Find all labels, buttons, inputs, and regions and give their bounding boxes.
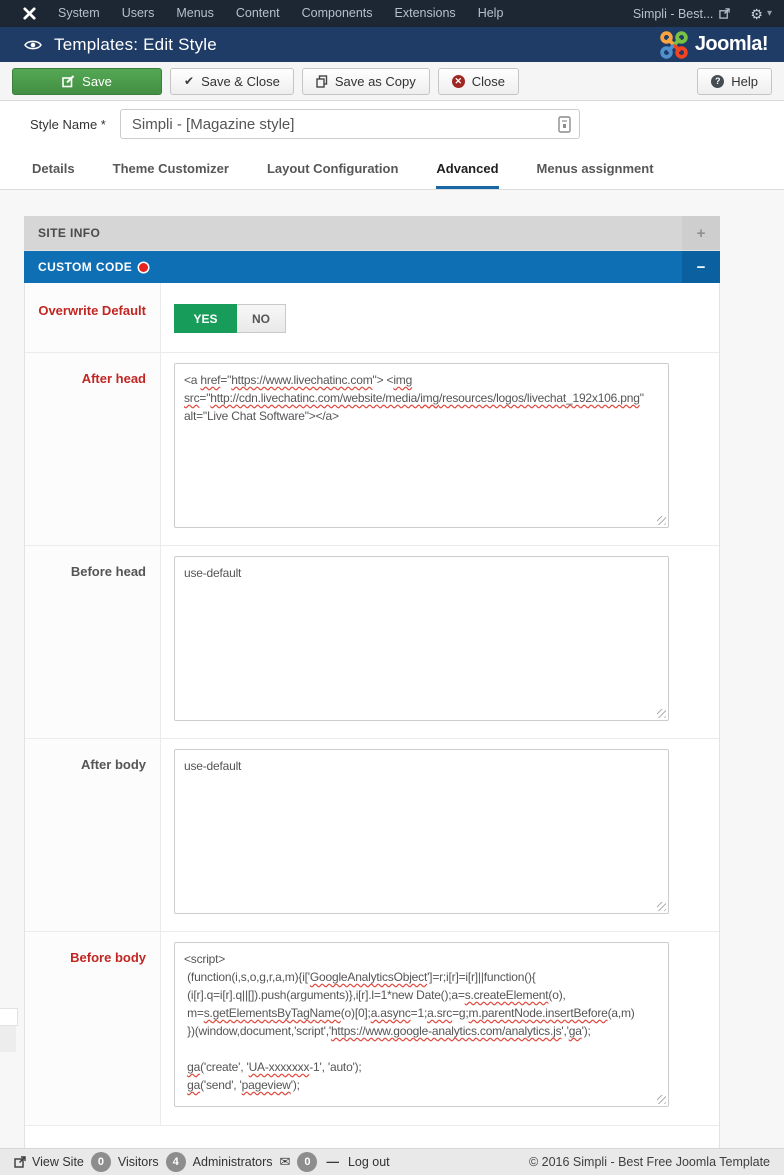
accordion-site-info[interactable]: SITE INFO +	[24, 216, 720, 251]
menu-extensions[interactable]: Extensions	[384, 0, 467, 27]
menu-content[interactable]: Content	[225, 0, 291, 27]
close-button[interactable]: ✕ Close	[438, 68, 519, 95]
help-label: Help	[731, 74, 758, 89]
dash-icon: —	[326, 1155, 339, 1169]
after-head-textarea[interactable]: <a href="https://www.livechatinc.com"> <…	[174, 363, 669, 528]
view-site-label: View Site	[32, 1155, 84, 1169]
tab-advanced[interactable]: Advanced	[436, 161, 498, 189]
after-head-row: After head <a href="https://www.livechat…	[25, 353, 719, 546]
advanced-panel: SITE INFO + CUSTOM CODE − Overwrite Defa…	[24, 216, 720, 1149]
status-bar: View Site 0 Visitors 4 Administrators ✉ …	[0, 1148, 784, 1175]
modified-indicator-dot	[139, 263, 148, 272]
before-head-row: Before head use-default	[25, 546, 719, 739]
template-link-label: Simpli - Best...	[633, 7, 714, 21]
check-icon: ✔	[184, 75, 194, 87]
left-edge-artifact	[0, 1008, 18, 1026]
save-button[interactable]: Save	[12, 68, 162, 95]
before-head-label: Before head	[25, 546, 161, 738]
save-copy-button[interactable]: Save as Copy	[302, 68, 430, 95]
joomla-brand: Joomla!	[659, 30, 770, 60]
style-name-input[interactable]: Simpli - [Magazine style]	[120, 109, 580, 139]
menu-users[interactable]: Users	[111, 0, 166, 27]
overwrite-toggle: YES NO	[174, 304, 286, 333]
page-header: Templates: Edit Style Joomla!	[0, 27, 784, 62]
logout-link[interactable]: Log out	[348, 1155, 390, 1169]
before-body-label: Before body	[25, 932, 161, 1125]
custom-code-body: Overwrite Default YES NO After head <a h…	[24, 283, 720, 1149]
style-name-label: Style Name *	[30, 117, 106, 132]
toolbar: Save ✔ Save & Close Save as Copy ✕ Close…	[0, 62, 784, 101]
after-body-textarea[interactable]: use-default	[174, 749, 669, 914]
tab-layout-configuration[interactable]: Layout Configuration	[267, 161, 398, 189]
eye-icon	[24, 39, 42, 51]
preview-template-link[interactable]: Simpli - Best...	[633, 7, 731, 21]
overwrite-default-row: Overwrite Default YES NO	[25, 283, 719, 353]
page-title: Templates: Edit Style	[54, 35, 217, 55]
joomla-logo-icon	[659, 30, 689, 60]
joomla-x-icon	[22, 6, 37, 21]
save-copy-label: Save as Copy	[335, 74, 416, 89]
chevron-down-icon[interactable]: ▾	[767, 8, 772, 19]
save-edit-icon	[62, 75, 75, 88]
visitors-count-badge: 0	[91, 1152, 111, 1172]
admins-count-badge: 4	[166, 1152, 186, 1172]
joomla-wordmark: Joomla!	[695, 33, 768, 56]
admin-menubar: System Users Menus Content Components Ex…	[0, 0, 784, 27]
save-close-button[interactable]: ✔ Save & Close	[170, 68, 294, 95]
main-content: SITE INFO + CUSTOM CODE − Overwrite Defa…	[0, 190, 784, 1149]
help-button[interactable]: ? Help	[697, 68, 772, 95]
accordion-custom-code[interactable]: CUSTOM CODE −	[24, 251, 720, 283]
view-site-icon	[14, 1156, 26, 1168]
admins-label: Administrators	[193, 1155, 273, 1169]
site-info-title: SITE INFO	[24, 226, 682, 240]
after-body-row: After body use-default	[25, 739, 719, 932]
view-site-link[interactable]: View Site	[14, 1155, 84, 1169]
toggle-no-button[interactable]: NO	[237, 304, 286, 333]
expand-icon[interactable]: +	[682, 216, 720, 250]
menu-help[interactable]: Help	[467, 0, 515, 27]
before-body-row: Before body <script> (function(i,s,o,g,r…	[25, 932, 719, 1126]
external-link-icon	[719, 8, 730, 19]
left-edge-artifact	[0, 1026, 16, 1052]
messages-count-badge: 0	[297, 1152, 317, 1172]
gear-icon[interactable]: ⚙	[750, 7, 763, 21]
copy-icon	[316, 75, 328, 88]
menu-components[interactable]: Components	[291, 0, 384, 27]
after-head-label: After head	[25, 353, 161, 545]
close-icon: ✕	[452, 75, 465, 88]
before-body-textarea[interactable]: <script> (function(i,s,o,g,r,a,m){i['Goo…	[174, 942, 669, 1107]
menu-menus[interactable]: Menus	[165, 0, 225, 27]
after-body-label: After body	[25, 739, 161, 931]
custom-code-title: CUSTOM CODE	[38, 260, 132, 274]
input-indicator-icon	[558, 116, 571, 133]
close-label: Close	[472, 74, 505, 89]
save-label: Save	[82, 74, 112, 89]
tab-bar: Details Theme Customizer Layout Configur…	[0, 147, 784, 190]
visitors-label: Visitors	[118, 1155, 159, 1169]
collapse-icon[interactable]: −	[682, 251, 720, 283]
tab-details[interactable]: Details	[32, 161, 75, 189]
before-head-textarea[interactable]: use-default	[174, 556, 669, 721]
save-close-label: Save & Close	[201, 74, 280, 89]
help-icon: ?	[711, 75, 724, 88]
menu-system[interactable]: System	[47, 0, 111, 27]
tab-menus-assignment[interactable]: Menus assignment	[537, 161, 654, 189]
style-name-value: Simpli - [Magazine style]	[132, 116, 558, 133]
panel-filler	[25, 1126, 719, 1148]
copyright-text: © 2016 Simpli - Best Free Joomla Templat…	[529, 1155, 770, 1169]
messages-icon[interactable]: ✉	[280, 1154, 291, 1170]
toggle-yes-button[interactable]: YES	[174, 304, 237, 333]
overwrite-default-label: Overwrite Default	[25, 283, 161, 352]
style-name-row: Style Name * Simpli - [Magazine style]	[0, 101, 784, 147]
tab-theme-customizer[interactable]: Theme Customizer	[113, 161, 229, 189]
